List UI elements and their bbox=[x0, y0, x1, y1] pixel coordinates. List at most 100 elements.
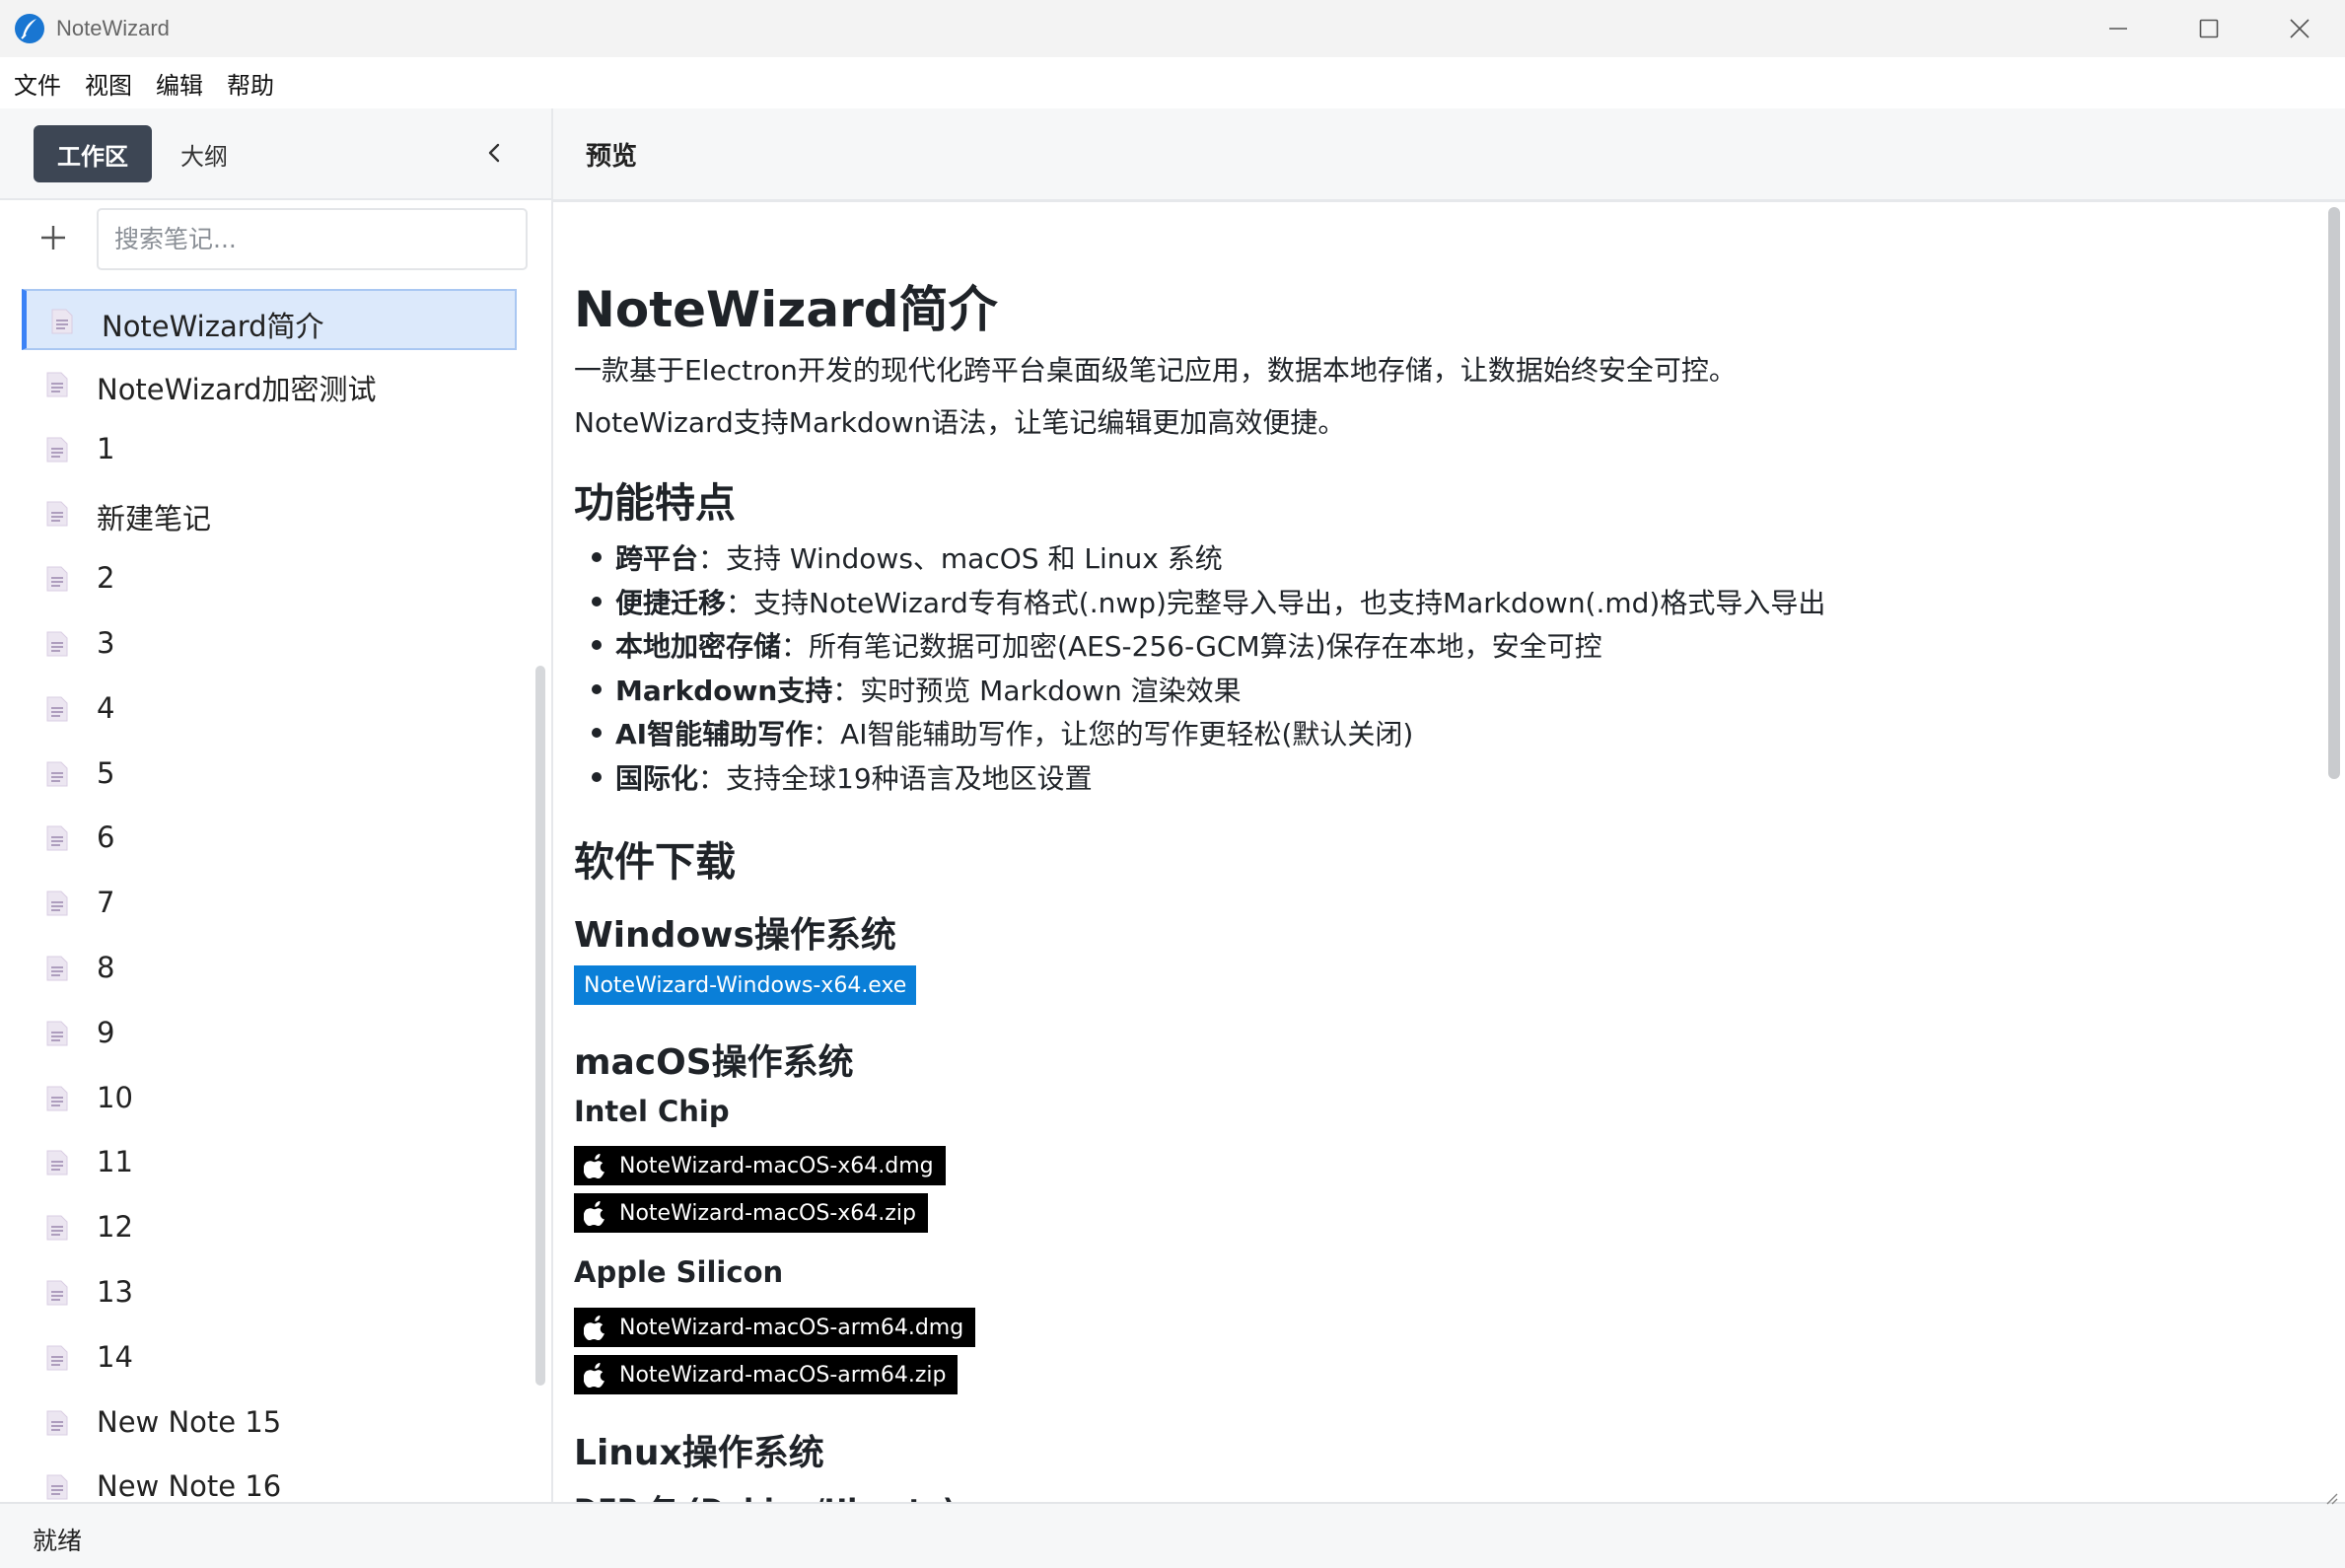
note-item[interactable]: 新建笔记 bbox=[22, 483, 517, 544]
note-item[interactable]: 4 bbox=[22, 678, 517, 740]
title-bar: NoteWizard bbox=[0, 0, 2345, 57]
windows-download-link[interactable]: NoteWizard-Windows-x64.exe bbox=[574, 965, 917, 1005]
minimize-icon bbox=[2109, 28, 2127, 30]
intel-heading: Intel Chip bbox=[574, 1095, 730, 1128]
feature-text: ：所有笔记数据可加密(AES-256-GCM算法)保存在本地，安全可控 bbox=[781, 630, 1602, 663]
note-item[interactable]: 10 bbox=[22, 1068, 517, 1129]
note-list: NoteWizard简介 NoteWizard加密测试 1 新建笔记 2 3 4 5 6 7 8 9 1… bbox=[0, 279, 533, 1568]
apple-silicon-heading: Apple Silicon bbox=[574, 1255, 784, 1289]
add-note-button[interactable] bbox=[36, 220, 71, 255]
document-icon bbox=[46, 372, 68, 397]
macos-heading: macOS操作系统 bbox=[574, 1042, 854, 1083]
feature-label: AI智能辅助写作 bbox=[615, 718, 814, 750]
note-label: 7 bbox=[97, 886, 115, 919]
note-item[interactable]: 7 bbox=[22, 873, 517, 934]
tab-workspace[interactable]: 工作区 bbox=[34, 125, 152, 182]
note-item[interactable]: 5 bbox=[22, 744, 517, 805]
note-item[interactable]: NoteWizard加密测试 bbox=[22, 354, 517, 415]
feature-text: ：支持NoteWizard专有格式(.nwp)完整导入导出，也支持Markdow… bbox=[726, 586, 1826, 619]
resize-grip-icon[interactable] bbox=[2323, 1490, 2339, 1506]
apple-icon bbox=[584, 1201, 604, 1226]
note-item[interactable]: 2 bbox=[22, 548, 517, 609]
close-icon bbox=[2290, 19, 2309, 38]
feature-text: ：AI智能辅助写作，让您的写作更轻松(默认关闭) bbox=[813, 718, 1414, 750]
apple-icon bbox=[584, 1154, 604, 1178]
note-item[interactable]: 6 bbox=[22, 808, 517, 869]
document-icon bbox=[46, 1021, 68, 1046]
note-label: 6 bbox=[97, 820, 115, 854]
linux-heading: Linux操作系统 bbox=[574, 1433, 824, 1473]
preview-body: NoteWizard简介 一款基于Electron开发的现代化跨平台桌面级笔记应… bbox=[553, 205, 2318, 1502]
note-label: 9 bbox=[97, 1016, 115, 1049]
doc-intro-1: 一款基于Electron开发的现代化跨平台桌面级笔记应用，数据本地存储，让数据始… bbox=[574, 354, 1737, 387]
feature-item: AI智能辅助写作：AI智能辅助写作，让您的写作更轻松(默认关闭) bbox=[592, 713, 1413, 752]
windows-heading: Windows操作系统 bbox=[574, 915, 896, 956]
note-item[interactable]: 3 bbox=[22, 613, 517, 675]
note-label: 12 bbox=[97, 1210, 133, 1244]
mac-download-label: NoteWizard-macOS-arm64.zip bbox=[619, 1362, 947, 1388]
feature-text: ：实时预览 Markdown 渲染效果 bbox=[832, 674, 1242, 707]
document-icon bbox=[46, 566, 68, 592]
bullet-icon bbox=[592, 771, 602, 782]
mac-download-link[interactable]: NoteWizard-macOS-x64.dmg bbox=[574, 1146, 946, 1185]
feature-label: 跨平台 bbox=[615, 542, 699, 575]
mac-download-label: NoteWizard-macOS-x64.zip bbox=[619, 1200, 916, 1226]
note-item[interactable]: 1 bbox=[22, 419, 517, 480]
note-item[interactable]: 12 bbox=[22, 1197, 517, 1258]
document-icon bbox=[46, 1150, 68, 1176]
document-icon bbox=[46, 1280, 68, 1306]
doc-intro-2: NoteWizard支持Markdown语法，让笔记编辑更加高效便捷。 bbox=[574, 406, 1346, 439]
sidebar-header: 工作区 大纲 bbox=[0, 108, 551, 200]
maximize-button[interactable] bbox=[2164, 0, 2254, 57]
document-icon bbox=[46, 1410, 68, 1436]
mac-download-link[interactable]: NoteWizard-macOS-arm64.dmg bbox=[574, 1308, 976, 1347]
note-label: 5 bbox=[97, 756, 115, 790]
note-label: 8 bbox=[97, 951, 115, 984]
bullet-icon bbox=[592, 596, 602, 606]
bullet-icon bbox=[592, 683, 602, 694]
mac-download-link[interactable]: NoteWizard-macOS-x64.zip bbox=[574, 1193, 928, 1233]
note-item[interactable]: New Note 15 bbox=[22, 1392, 517, 1454]
tab-outline[interactable]: 大纲 bbox=[166, 125, 243, 182]
document-icon bbox=[46, 501, 68, 527]
menu-edit[interactable]: 编辑 bbox=[156, 66, 203, 101]
note-label: New Note 16 bbox=[97, 1469, 282, 1503]
sidebar-scrollbar[interactable] bbox=[535, 666, 545, 1386]
minimize-button[interactable] bbox=[2073, 0, 2164, 57]
apple-icon bbox=[584, 1363, 604, 1388]
plus-icon bbox=[41, 226, 65, 249]
note-label: 1 bbox=[97, 432, 115, 465]
search-input[interactable] bbox=[97, 208, 528, 270]
document-icon bbox=[46, 825, 68, 851]
bullet-icon bbox=[592, 728, 602, 738]
note-item[interactable]: 14 bbox=[22, 1327, 517, 1389]
menu-view[interactable]: 视图 bbox=[85, 66, 132, 101]
note-label: 14 bbox=[97, 1340, 133, 1374]
features-heading: 功能特点 bbox=[574, 479, 736, 527]
collapse-sidebar-button[interactable] bbox=[479, 138, 509, 168]
feature-item: Markdown支持：实时预览 Markdown 渲染效果 bbox=[592, 670, 1242, 709]
note-label: 10 bbox=[97, 1081, 133, 1114]
feature-item: 便捷迁移：支持NoteWizard专有格式(.nwp)完整导入导出，也支持Mar… bbox=[592, 582, 1825, 621]
mac-download-link[interactable]: NoteWizard-macOS-arm64.zip bbox=[574, 1355, 959, 1394]
feature-text: ：支持 Windows、macOS 和 Linux 系统 bbox=[698, 542, 1223, 575]
close-button[interactable] bbox=[2254, 0, 2345, 57]
note-item[interactable]: 8 bbox=[22, 938, 517, 999]
note-label: 11 bbox=[97, 1145, 133, 1178]
note-label: NoteWizard简介 bbox=[102, 310, 324, 343]
note-item[interactable]: 13 bbox=[22, 1262, 517, 1323]
menu-help[interactable]: 帮助 bbox=[227, 66, 274, 101]
preview-scrollbar[interactable] bbox=[2328, 207, 2340, 779]
sidebar: 工作区 大纲 NoteWizard简介 NoteWizard加密测试 1 新建笔记 2 3… bbox=[0, 108, 553, 1503]
note-item[interactable]: 11 bbox=[22, 1132, 517, 1193]
note-label: NoteWizard加密测试 bbox=[97, 373, 377, 406]
document-icon bbox=[46, 696, 68, 722]
note-item[interactable]: 9 bbox=[22, 1003, 517, 1064]
menu-file[interactable]: 文件 bbox=[14, 66, 61, 101]
feature-item: 跨平台：支持 Windows、macOS 和 Linux 系统 bbox=[592, 537, 1223, 577]
note-label: 3 bbox=[97, 626, 115, 660]
note-item[interactable]: NoteWizard简介 bbox=[22, 289, 517, 350]
preview-panel: 预览 NoteWizard简介 一款基于Electron开发的现代化跨平台桌面级… bbox=[553, 108, 2345, 1502]
status-bar: 就绪 bbox=[0, 1493, 2345, 1568]
document-icon bbox=[46, 1345, 68, 1371]
